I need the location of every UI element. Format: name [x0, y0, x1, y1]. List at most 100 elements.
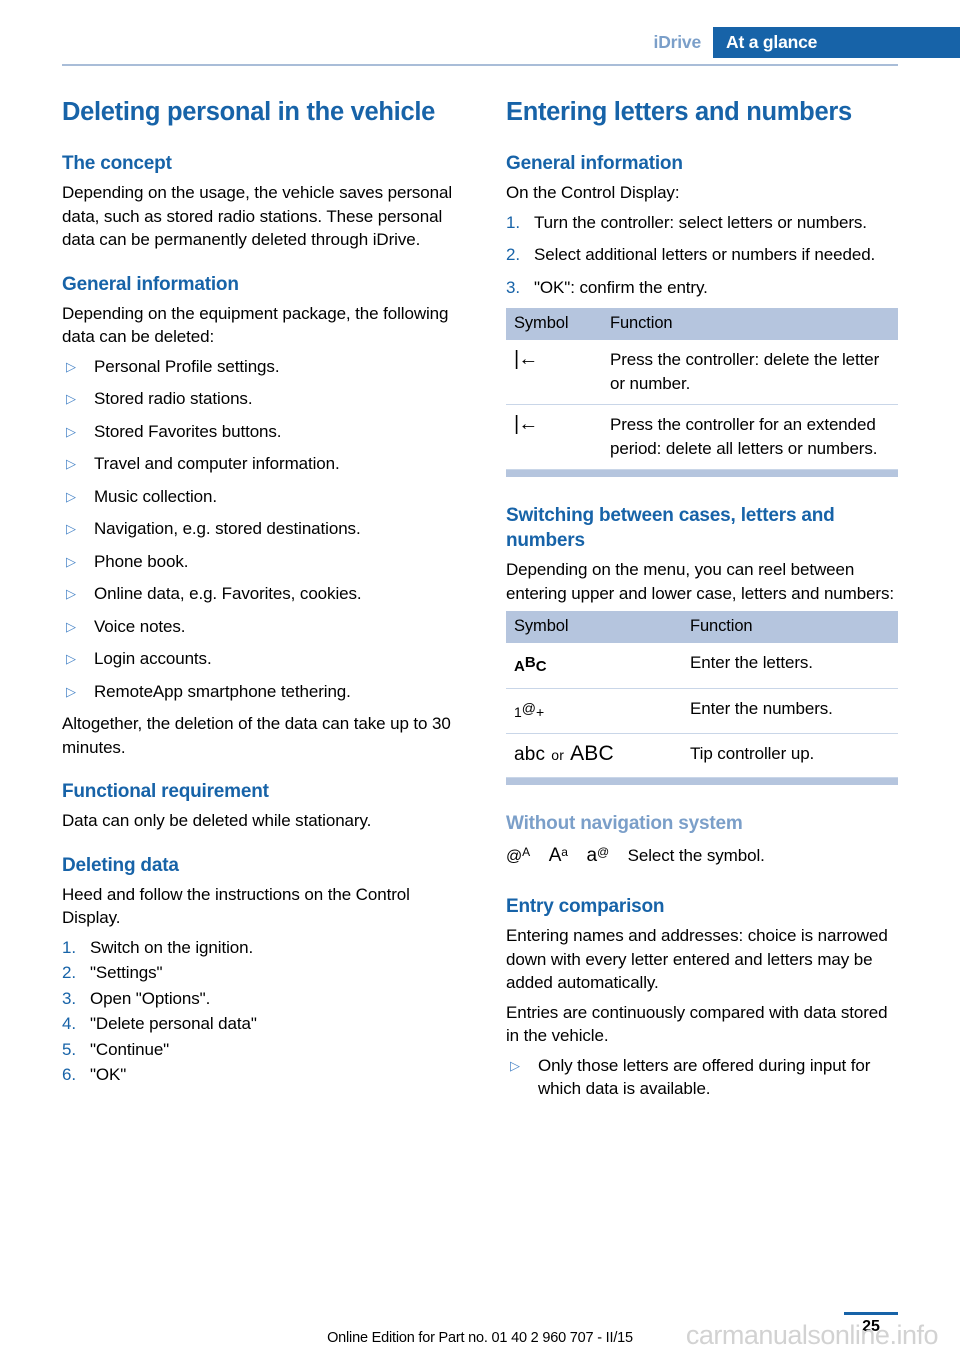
glyph-part-a: A	[514, 658, 525, 675]
list-item: ▷ Only those letters are offered during i…	[506, 1054, 898, 1101]
list-item: ▷ Stored Favorites buttons.	[62, 420, 454, 444]
list-item: ▷ Music collection.	[62, 485, 454, 509]
at-upper-a-icon: @A	[506, 844, 531, 865]
section-tab-at-a-glance: At a glance	[713, 27, 960, 58]
step-number: 3.	[506, 277, 520, 297]
function-text: Enter the letters.	[682, 643, 898, 689]
backspace-icon: |←	[506, 340, 602, 405]
table-bottom-bar	[506, 777, 898, 785]
table-bottom-bar	[506, 469, 898, 477]
step-number: 6.	[62, 1065, 76, 1084]
header-divider	[62, 64, 898, 66]
page-content: Deleting personal in the vehicle The con…	[62, 96, 898, 1110]
list-item: ▷ Voice notes.	[62, 615, 454, 639]
table-row: 1@+ Enter the numbers.	[506, 688, 898, 734]
heading-entry-comparison: Entry comparison	[506, 896, 665, 917]
table-row: |← Press the controller for an extended …	[506, 404, 898, 470]
breadcrumb: iDrive	[653, 32, 702, 52]
abc-letters-icon: ABC	[506, 643, 682, 689]
page-title-left: Deleting personal in the vehicle	[62, 98, 435, 126]
step-number: 3.	[62, 988, 76, 1008]
list-item: ▷ Phone book.	[62, 550, 454, 574]
column-header-function: Function	[682, 611, 898, 643]
list-item: 1. Switch on the ignition.	[62, 936, 454, 960]
entry-comparison-list: ▷ Only those letters are offered during i…	[506, 1054, 898, 1101]
heading-without-navigation-system: Without navigation system	[506, 812, 743, 834]
page-header: iDrive At a glance	[0, 27, 960, 58]
glyph-part-one: 1	[514, 703, 522, 720]
step-number: 4.	[62, 1014, 76, 1033]
column-header-symbol: Symbol	[506, 611, 682, 643]
table-header-row: Symbol Function	[506, 611, 898, 643]
triangle-bullet-icon: ▷	[66, 423, 76, 439]
heading-functional-requirement: Functional requirement	[62, 781, 269, 802]
triangle-bullet-icon: ▷	[66, 488, 76, 504]
step-number: 2.	[62, 963, 76, 982]
list-item: ▷ Stored radio stations.	[62, 387, 454, 411]
paragraph-entry-comparison-1: Entering names and addresses: choice is …	[506, 926, 888, 992]
numbers-symbol-icon: 1@+	[506, 688, 682, 734]
triangle-bullet-icon: ▷	[66, 618, 76, 634]
triangle-bullet-icon: ▷	[66, 651, 76, 666]
list-item: 1. Turn the controller: select letters or…	[506, 211, 898, 235]
entering-steps: 1. Turn the controller: select letters or…	[506, 211, 898, 300]
triangle-bullet-icon: ▷	[66, 586, 76, 601]
glyph-part-uppercase: ABC	[570, 742, 614, 765]
triangle-bullet-icon: ▷	[66, 358, 76, 374]
paragraph-control-display: On the Control Display:	[506, 183, 680, 202]
deleting-data-steps: 1. Switch on the ignition. 2. "Settings" 3…	[62, 936, 454, 1087]
list-item: ▷ Online data, e.g. Favorites, cookies.	[62, 582, 454, 606]
heading-switching-cases: Switching between cases, letters and num…	[506, 505, 835, 551]
list-item: ▷ RemoteApp smartphone tethering.	[62, 680, 454, 704]
table-row: ABC Enter the letters.	[506, 643, 898, 689]
left-column: Deleting personal in the vehicle The con…	[62, 96, 454, 1110]
heading-general-information-left: General information	[62, 273, 239, 295]
lower-a-at-icon: a@	[586, 844, 610, 866]
list-item: ▷ Login accounts.	[62, 647, 454, 671]
watermark: carmanualsonline.info	[685, 1320, 939, 1350]
step-number: 1.	[62, 937, 76, 957]
glyph-part-c: C	[535, 658, 547, 675]
heading-general-information-right: General information	[506, 153, 683, 174]
paragraph-switching-cases: Depending on the menu, you can reel betw…	[506, 560, 895, 603]
table-header-row: Symbol Function	[506, 308, 898, 340]
paragraph-entry-comparison-2: Entries are continuously compared with d…	[506, 1002, 888, 1046]
list-item: 5. "Continue"	[62, 1038, 454, 1062]
list-item: 6. "OK"	[62, 1063, 454, 1087]
heading-the-concept: The concept	[62, 153, 172, 174]
list-item: 2. Select additional letters or numbers i…	[506, 243, 898, 267]
paragraph-the-concept: Depending on the usage, the vehicle save…	[62, 183, 453, 249]
triangle-bullet-icon: ▷	[66, 683, 76, 699]
paragraph-general-information-left: Depending on the equipment package, the …	[62, 303, 449, 347]
function-text: Enter the numbers.	[682, 688, 898, 734]
column-header-symbol: Symbol	[506, 308, 602, 340]
list-item: 4. "Delete personal data"	[62, 1012, 454, 1036]
triangle-bullet-icon: ▷	[66, 553, 76, 569]
symbol-table-delete: Symbol Function |← Press the controller:…	[506, 308, 898, 477]
function-text: Press the controller: delete the letter …	[602, 340, 898, 405]
list-item: ▷ Travel and computer information.	[62, 452, 454, 476]
page-title-right: Entering letters and numbers	[506, 98, 852, 126]
paragraph-deleting-data: Heed and follow the instructions on the …	[62, 884, 410, 928]
glyph-part-at: @	[521, 699, 537, 716]
right-column: Entering letters and numbers General inf…	[506, 96, 898, 1110]
glyph-part-plus: +	[536, 703, 545, 720]
upper-a-lower-a-icon: Aa	[548, 844, 568, 866]
deletable-data-list: ▷ Personal Profile settings. ▷ Stored radi…	[62, 355, 454, 704]
triangle-bullet-icon: ▷	[66, 456, 76, 471]
paragraph-deletion-duration: Altogether, the deletion of the data can…	[62, 714, 451, 757]
without-navigation-symbols-line: @A Aa a@ Select the symbol.	[506, 841, 898, 869]
triangle-bullet-icon: ▷	[66, 521, 76, 536]
step-number: 2.	[506, 245, 520, 264]
table-row: abc or ABC Tip controller up.	[506, 733, 898, 778]
list-item: 3. Open "Options".	[62, 987, 454, 1011]
case-toggle-icon: abc or ABC	[506, 733, 682, 778]
triangle-bullet-icon: ▷	[510, 1057, 520, 1073]
function-text: Tip controller up.	[682, 733, 898, 778]
step-number: 5.	[62, 1039, 76, 1059]
without-navigation-instruction: Select the symbol.	[627, 845, 765, 865]
heading-deleting-data: Deleting data	[62, 854, 179, 876]
glyph-part-or: or	[551, 747, 565, 763]
page-number-rule	[844, 1312, 898, 1315]
symbol-table-cases: Symbol Function ABC Enter the letters. 1…	[506, 611, 898, 785]
